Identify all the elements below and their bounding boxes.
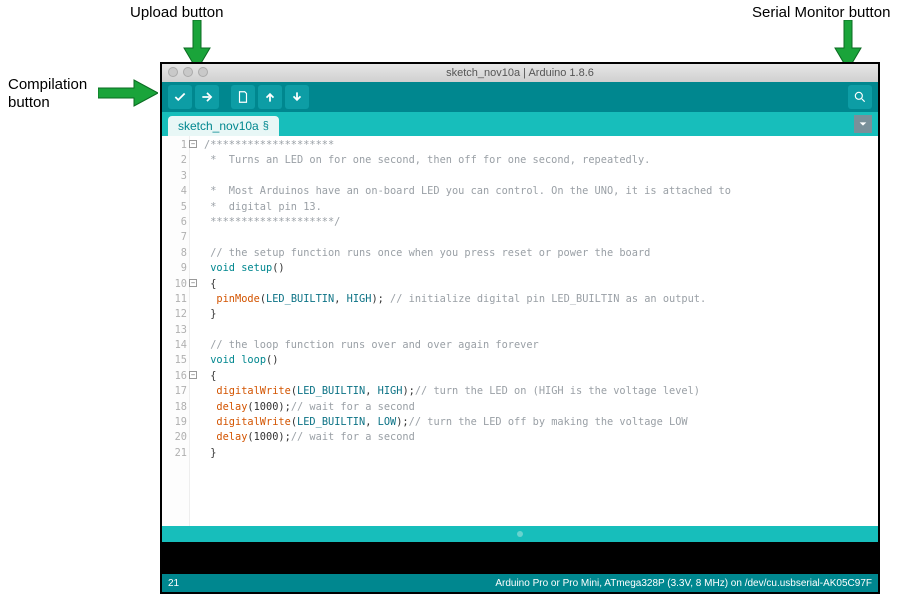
code-line[interactable]: // the setup function runs once when you… (204, 246, 878, 261)
arrow-right-icon (200, 90, 214, 104)
code-line[interactable]: digitalWrite(LED_BUILTIN, LOW);// turn t… (204, 415, 878, 430)
code-line[interactable]: digitalWrite(LED_BUILTIN, HIGH);// turn … (204, 384, 878, 399)
line-number-gutter: 1−2345678910−111213141516−1718192021 (162, 136, 190, 526)
code-line[interactable]: delay(1000);// wait for a second (204, 430, 878, 445)
arrow-compile (98, 78, 158, 108)
pane-divider[interactable] (162, 526, 878, 542)
status-board-port: Arduino Pro or Pro Mini, ATmega328P (3.3… (495, 578, 872, 589)
toolbar (162, 82, 878, 112)
code-line[interactable]: void loop() (204, 353, 878, 368)
new-sketch-button[interactable] (231, 85, 255, 109)
line-number: 20 (162, 430, 187, 445)
code-line[interactable]: * Most Arduinos have an on-board LED you… (204, 184, 878, 199)
console-output (162, 542, 878, 574)
status-line-number: 21 (168, 578, 179, 589)
code-line[interactable]: void setup() (204, 261, 878, 276)
code-line[interactable]: * Turns an LED on for one second, then o… (204, 153, 878, 168)
code-line[interactable]: delay(1000);// wait for a second (204, 400, 878, 415)
line-number: 16− (162, 369, 187, 384)
line-number: 2 (162, 153, 187, 168)
file-icon (236, 90, 250, 104)
line-number: 5 (162, 200, 187, 215)
tab-bar: sketch_nov10a § (162, 112, 878, 136)
fold-toggle[interactable]: − (189, 371, 197, 379)
minimize-icon[interactable] (183, 67, 193, 77)
code-line[interactable]: * digital pin 13. (204, 200, 878, 215)
upload-button[interactable] (195, 85, 219, 109)
sketch-tab[interactable]: sketch_nov10a § (168, 116, 279, 136)
arrow-down-icon (290, 90, 304, 104)
magnifier-icon (853, 90, 867, 104)
close-icon[interactable] (168, 67, 178, 77)
window-title: sketch_nov10a | Arduino 1.8.6 (446, 67, 594, 79)
fold-toggle[interactable]: − (189, 279, 197, 287)
tab-label: sketch_nov10a (178, 119, 259, 133)
code-line[interactable] (204, 230, 878, 245)
line-number: 19 (162, 415, 187, 430)
line-number: 6 (162, 215, 187, 230)
tab-modified-indicator: § (263, 120, 269, 132)
check-icon (173, 90, 187, 104)
line-number: 8 (162, 246, 187, 261)
arrow-up-icon (263, 90, 277, 104)
code-line[interactable]: ********************/ (204, 215, 878, 230)
line-number: 11 (162, 292, 187, 307)
code-line[interactable]: } (204, 446, 878, 461)
line-number: 10− (162, 277, 187, 292)
code-line[interactable] (204, 323, 878, 338)
code-line[interactable]: // the loop function runs over and over … (204, 338, 878, 353)
code-editor[interactable]: 1−2345678910−111213141516−1718192021 /**… (162, 136, 878, 526)
code-line[interactable]: { (204, 369, 878, 384)
line-number: 14 (162, 338, 187, 353)
line-number: 15 (162, 353, 187, 368)
line-number: 1− (162, 138, 187, 153)
line-number: 12 (162, 307, 187, 322)
fold-toggle[interactable]: − (189, 140, 197, 148)
open-sketch-button[interactable] (258, 85, 282, 109)
code-line[interactable]: /******************** (204, 138, 878, 153)
line-number: 7 (162, 230, 187, 245)
line-number: 17 (162, 384, 187, 399)
line-number: 21 (162, 446, 187, 461)
code-area[interactable]: /******************** * Turns an LED on … (190, 136, 878, 526)
line-number: 4 (162, 184, 187, 199)
line-number: 3 (162, 169, 187, 184)
code-line[interactable]: pinMode(LED_BUILTIN, HIGH); // initializ… (204, 292, 878, 307)
divider-grip-icon (517, 531, 523, 537)
line-number: 18 (162, 400, 187, 415)
window-titlebar: sketch_nov10a | Arduino 1.8.6 (162, 64, 878, 82)
code-line[interactable] (204, 169, 878, 184)
arduino-ide-window: sketch_nov10a | Arduino 1.8.6 sketch_nov… (160, 62, 880, 594)
verify-button[interactable] (168, 85, 192, 109)
annotation-compile-label: Compilation button (8, 76, 87, 112)
line-number: 13 (162, 323, 187, 338)
serial-monitor-button[interactable] (848, 85, 872, 109)
line-number: 9 (162, 261, 187, 276)
zoom-icon[interactable] (198, 67, 208, 77)
window-traffic-lights[interactable] (168, 67, 208, 77)
code-line[interactable]: } (204, 307, 878, 322)
status-bar: 21 Arduino Pro or Pro Mini, ATmega328P (… (162, 574, 878, 592)
annotation-serial-label: Serial Monitor button (752, 4, 890, 22)
code-line[interactable]: { (204, 277, 878, 292)
save-sketch-button[interactable] (285, 85, 309, 109)
caret-down-icon (858, 119, 868, 129)
tab-menu-button[interactable] (854, 115, 872, 133)
